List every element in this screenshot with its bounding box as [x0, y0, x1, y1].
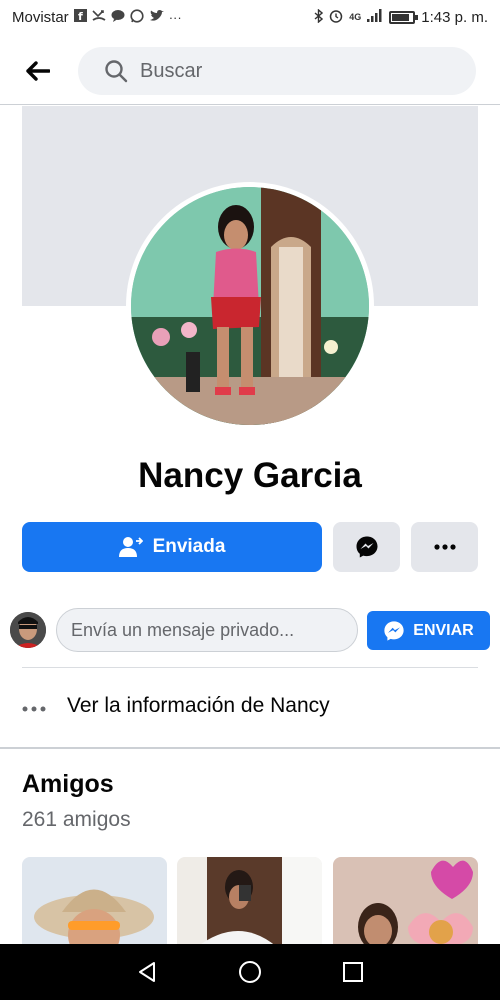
network-type-icon: 4G [349, 12, 362, 22]
more-notifications-icon: ··· [168, 9, 182, 25]
section-divider [0, 747, 500, 749]
status-right: 4G 1:43 p. m. [314, 7, 488, 26]
whatsapp-icon [130, 8, 144, 26]
private-message-input[interactable] [56, 608, 358, 652]
more-icon [433, 544, 456, 550]
search-box[interactable] [78, 47, 476, 95]
battery-icon [389, 10, 419, 24]
friend-card[interactable] [22, 857, 167, 947]
send-message-button[interactable]: ENVIAR [367, 611, 490, 650]
header-divider [0, 104, 500, 105]
friend-request-sent-button[interactable]: Enviada [22, 522, 322, 572]
messenger-icon [356, 536, 377, 558]
system-back-button[interactable] [127, 952, 167, 992]
search-input[interactable] [140, 59, 440, 83]
system-home-button[interactable] [230, 952, 270, 992]
friends-count: 261 amigos [22, 808, 131, 831]
friend-request-sent-label: Enviada [152, 536, 226, 557]
profile-photo[interactable] [126, 182, 374, 430]
friends-section-title: Amigos [22, 770, 114, 798]
profile-photo-image [131, 187, 369, 425]
section-divider [22, 667, 478, 668]
top-header [0, 40, 500, 102]
back-triangle-icon [138, 962, 155, 982]
view-info-link[interactable]: Ver la información de Nancy [22, 682, 478, 730]
alarm-icon [329, 9, 343, 26]
search-icon [105, 60, 128, 83]
back-button[interactable] [18, 51, 58, 91]
facebook-notification-icon: f [73, 9, 87, 25]
system-navigation-bar [0, 944, 500, 1000]
system-recents-button[interactable] [333, 952, 373, 992]
recents-icon [343, 962, 364, 982]
missed-call-icon [92, 9, 106, 25]
messenger-icon [384, 620, 404, 641]
back-arrow-icon [26, 61, 50, 81]
more-options-button[interactable] [411, 522, 478, 572]
current-user-avatar [10, 612, 46, 648]
clock-label: 1:43 p. m. [421, 8, 488, 26]
friend-card[interactable] [333, 857, 478, 947]
profile-name: Nancy Garcia [138, 456, 362, 495]
signal-icon [367, 9, 383, 25]
status-bar: Movistar f ··· 4G 1:43 p. m. [0, 0, 500, 34]
svg-text:f: f [78, 10, 83, 22]
send-message-label: ENVIAR [413, 621, 474, 639]
status-left: Movistar f ··· [12, 9, 182, 26]
add-friend-icon [118, 537, 143, 557]
carrier-label: Movistar [12, 8, 69, 26]
message-button[interactable] [333, 522, 400, 572]
friend-card[interactable] [177, 857, 322, 947]
battery-fill [392, 13, 410, 21]
view-info-label: Ver la información de Nancy [67, 694, 330, 717]
twitter-icon [149, 9, 164, 25]
more-dots-icon [22, 695, 50, 718]
chat-bubble-icon [111, 9, 125, 25]
home-icon [238, 961, 261, 983]
bluetooth-icon [314, 7, 324, 26]
